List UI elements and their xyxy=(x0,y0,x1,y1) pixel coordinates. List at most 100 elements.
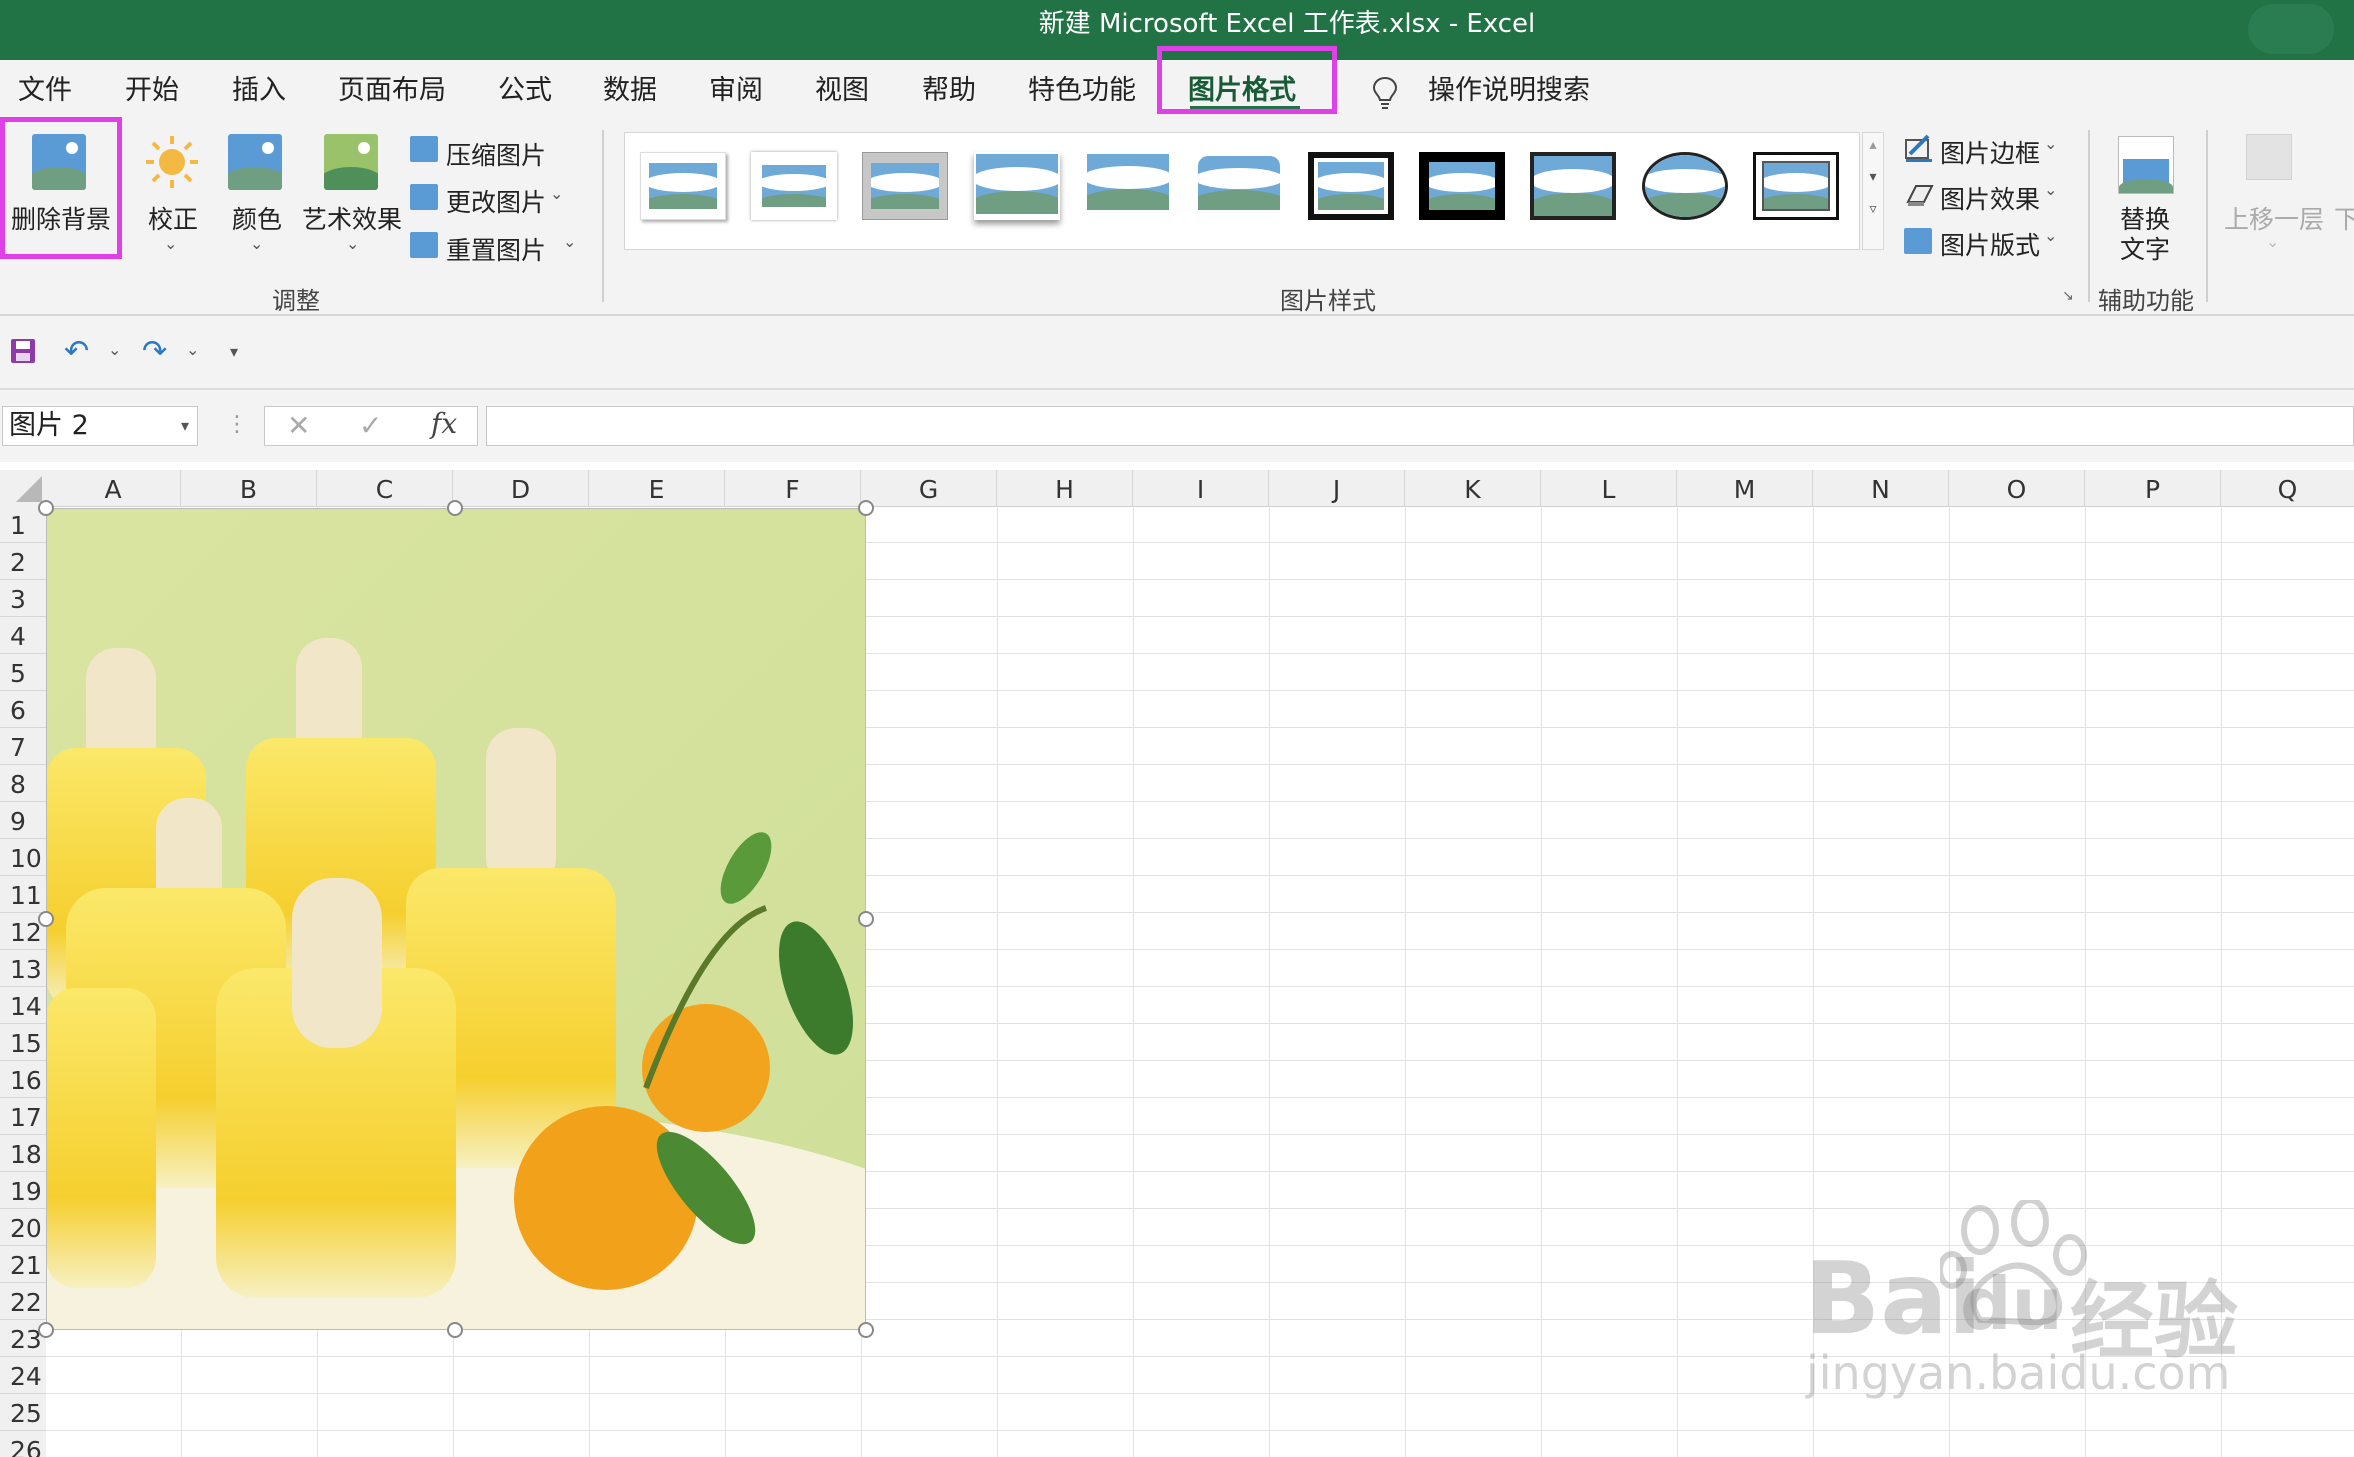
row-header-3[interactable]: 3 xyxy=(0,580,46,617)
corrections-chevron-down-icon[interactable]: ⌄ xyxy=(164,234,177,253)
column-header-k[interactable]: K xyxy=(1405,470,1541,506)
picture-style-9[interactable] xyxy=(1530,152,1616,220)
resize-handle-bottom[interactable] xyxy=(447,1322,463,1338)
column-header-g[interactable]: G xyxy=(861,470,997,506)
send-backward-button[interactable]: 下 xyxy=(2334,200,2354,236)
resize-handle-top-left[interactable] xyxy=(38,500,54,516)
remove-background-button[interactable] xyxy=(0,117,122,259)
tab-review[interactable]: 审阅 xyxy=(709,66,763,116)
tell-me-search[interactable]: 操作说明搜索 xyxy=(1428,66,1590,116)
resize-handle-top-right[interactable] xyxy=(858,500,874,516)
tab-file[interactable]: 文件 xyxy=(18,66,72,116)
tab-special-features[interactable]: 特色功能 xyxy=(1028,66,1136,116)
customize-qat-icon[interactable]: ▾ xyxy=(230,342,238,361)
account-avatar[interactable] xyxy=(2248,4,2334,54)
bring-forward-button[interactable]: 上移一层 xyxy=(2224,200,2324,236)
row-header-25[interactable]: 25 xyxy=(0,1394,46,1431)
color-chevron-down-icon[interactable]: ⌄ xyxy=(250,234,263,253)
picture-effects-button[interactable]: 图片效果 xyxy=(1940,180,2040,216)
color-button[interactable]: 颜色 xyxy=(232,200,282,236)
insert-function-icon[interactable]: fx xyxy=(431,407,457,440)
tab-view[interactable]: 视图 xyxy=(815,66,869,116)
name-box[interactable]: 图片 2 ▾ xyxy=(2,406,198,446)
row-header-9[interactable]: 9 xyxy=(0,802,46,839)
column-header-l[interactable]: L xyxy=(1541,470,1677,506)
artistic-effects-chevron-down-icon[interactable]: ⌄ xyxy=(346,234,359,253)
column-header-b[interactable]: B xyxy=(181,470,317,506)
picture-layout-chevron-down-icon[interactable]: ⌄ xyxy=(2044,226,2057,245)
row-header-7[interactable]: 7 xyxy=(0,728,46,765)
column-header-f[interactable]: F xyxy=(725,470,861,506)
change-picture-chevron-down-icon[interactable]: ⌄ xyxy=(550,184,563,203)
change-picture-button[interactable]: 更改图片 xyxy=(446,183,546,219)
gallery-scrollbar[interactable]: ▴ ▾ ▿ xyxy=(1862,132,1884,250)
enter-check-icon[interactable]: ✓ xyxy=(359,409,382,442)
column-header-d[interactable]: D xyxy=(453,470,589,506)
row-header-5[interactable]: 5 xyxy=(0,654,46,691)
save-icon[interactable] xyxy=(10,338,36,368)
row-header-20[interactable]: 20 xyxy=(0,1209,46,1246)
scroll-down-icon[interactable]: ▾ xyxy=(1863,169,1883,185)
tab-insert[interactable]: 插入 xyxy=(232,66,286,116)
picture-border-button[interactable]: 图片边框 xyxy=(1940,134,2040,170)
undo-icon[interactable]: ↶ xyxy=(64,334,89,369)
picture-style-4[interactable] xyxy=(974,152,1060,220)
column-header-m[interactable]: M xyxy=(1677,470,1813,506)
picture-layout-button[interactable]: 图片版式 xyxy=(1940,226,2040,262)
tab-formulas[interactable]: 公式 xyxy=(498,66,552,116)
row-header-14[interactable]: 14 xyxy=(0,987,46,1024)
picture-style-1[interactable] xyxy=(640,152,726,220)
select-all-corner[interactable] xyxy=(0,470,46,506)
reset-picture-button[interactable]: 重置图片 xyxy=(446,231,546,267)
compress-pictures-button[interactable]: 压缩图片 xyxy=(446,136,546,172)
picture-effects-chevron-down-icon[interactable]: ⌄ xyxy=(2044,180,2057,199)
corrections-button[interactable]: 校正 xyxy=(148,200,198,236)
row-header-16[interactable]: 16 xyxy=(0,1061,46,1098)
row-header-22[interactable]: 22 xyxy=(0,1283,46,1320)
redo-chevron-down-icon[interactable]: ⌄ xyxy=(186,340,199,359)
picture-style-3[interactable] xyxy=(862,152,948,220)
resize-handle-right[interactable] xyxy=(858,911,874,927)
row-header-15[interactable]: 15 xyxy=(0,1024,46,1061)
column-header-i[interactable]: I xyxy=(1133,470,1269,506)
resize-handle-bottom-right[interactable] xyxy=(858,1322,874,1338)
dialog-launcher-icon[interactable]: ↘ xyxy=(2062,288,2074,304)
picture-style-2[interactable] xyxy=(751,152,837,220)
picture-style-7[interactable] xyxy=(1308,152,1394,220)
tab-page-layout[interactable]: 页面布局 xyxy=(338,66,446,116)
column-header-h[interactable]: H xyxy=(997,470,1133,506)
row-header-11[interactable]: 11 xyxy=(0,876,46,913)
gallery-more-icon[interactable]: ▿ xyxy=(1863,201,1883,217)
undo-chevron-down-icon[interactable]: ⌄ xyxy=(108,340,121,359)
resize-handle-bottom-left[interactable] xyxy=(38,1322,54,1338)
tab-help[interactable]: 帮助 xyxy=(922,66,976,116)
row-header-2[interactable]: 2 xyxy=(0,543,46,580)
picture-style-5[interactable] xyxy=(1085,152,1171,220)
row-header-10[interactable]: 10 xyxy=(0,839,46,876)
scroll-up-icon[interactable]: ▴ xyxy=(1863,137,1883,153)
bring-forward-chevron-down-icon[interactable]: ⌄ xyxy=(2266,232,2279,251)
column-header-q[interactable]: Q xyxy=(2221,470,2354,506)
row-header-17[interactable]: 17 xyxy=(0,1098,46,1135)
picture-style-6[interactable] xyxy=(1196,152,1282,220)
picture-style-11[interactable] xyxy=(1753,152,1839,220)
cancel-icon[interactable]: ✕ xyxy=(287,409,310,442)
row-header-26[interactable]: 26 xyxy=(0,1431,46,1457)
column-header-n[interactable]: N xyxy=(1813,470,1949,506)
tab-data[interactable]: 数据 xyxy=(603,66,657,116)
row-header-24[interactable]: 24 xyxy=(0,1357,46,1394)
resize-handle-top[interactable] xyxy=(447,500,463,516)
row-header-19[interactable]: 19 xyxy=(0,1172,46,1209)
row-header-21[interactable]: 21 xyxy=(0,1246,46,1283)
alt-text-line2[interactable]: 文字 xyxy=(2120,230,2170,266)
reset-picture-chevron-down-icon[interactable]: ⌄ xyxy=(563,232,576,251)
picture-style-10[interactable] xyxy=(1642,152,1728,220)
row-header-8[interactable]: 8 xyxy=(0,765,46,802)
row-header-6[interactable]: 6 xyxy=(0,691,46,728)
column-header-e[interactable]: E xyxy=(589,470,725,506)
redo-icon[interactable]: ↷ xyxy=(142,334,167,369)
column-header-j[interactable]: J xyxy=(1269,470,1405,506)
row-header-13[interactable]: 13 xyxy=(0,950,46,987)
name-box-dropdown-icon[interactable]: ▾ xyxy=(181,407,189,445)
row-header-4[interactable]: 4 xyxy=(0,617,46,654)
